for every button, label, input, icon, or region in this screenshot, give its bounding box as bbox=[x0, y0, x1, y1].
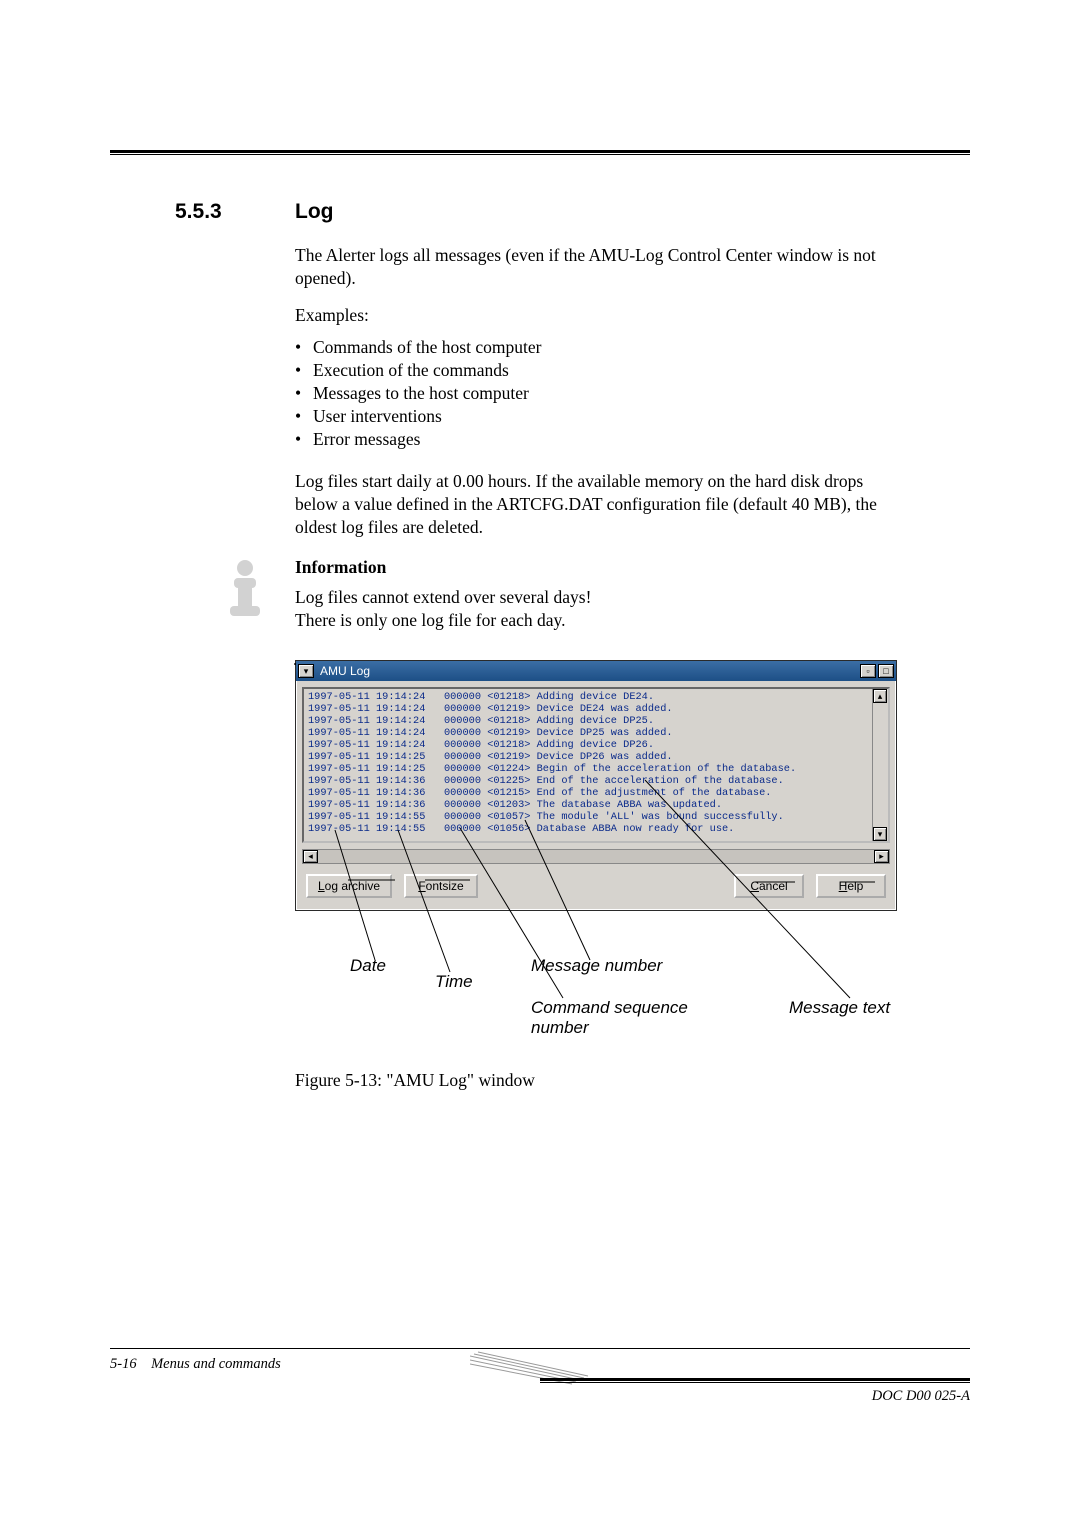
scroll-left-icon[interactable]: ◂ bbox=[303, 850, 318, 863]
footer-ornament bbox=[470, 1350, 590, 1390]
scroll-right-icon[interactable]: ▸ bbox=[874, 850, 889, 863]
info-line2: There is only one log file for each day. bbox=[295, 610, 566, 630]
window-title: AMU Log bbox=[320, 664, 860, 678]
amu-log-window: ▾ AMU Log ▫ □ 1997-05-11 19:14:24 000000… bbox=[295, 660, 897, 911]
list-item: Commands of the host computer bbox=[295, 336, 890, 359]
paragraph-examples: Examples: bbox=[295, 304, 890, 327]
paragraph-info: Log files cannot extend over several day… bbox=[295, 586, 890, 632]
examples-list: Commands of the host computer Execution … bbox=[295, 336, 890, 451]
footer-right: DOC D00 025-A bbox=[872, 1388, 970, 1405]
vertical-scrollbar[interactable]: ▴ ▾ bbox=[872, 689, 888, 841]
callout-time: Time bbox=[435, 972, 473, 992]
button-row: Log archive Fontsize Cancel Help bbox=[296, 868, 896, 910]
paragraph-intro: The Alerter logs all messages (even if t… bbox=[295, 244, 890, 290]
callout-message-number: Message number bbox=[531, 956, 662, 976]
figure-caption: Figure 5-13: "AMU Log" window bbox=[295, 1070, 535, 1091]
callout-message-text: Message text bbox=[789, 998, 890, 1018]
list-item: Error messages bbox=[295, 428, 890, 451]
restore-icon[interactable]: ▫ bbox=[860, 664, 876, 678]
log-archive-button[interactable]: Log archive bbox=[306, 874, 392, 898]
footer-rule bbox=[110, 1348, 970, 1349]
page-number: 5-16 bbox=[110, 1356, 137, 1372]
list-item: Execution of the commands bbox=[295, 359, 890, 382]
maximize-icon[interactable]: □ bbox=[878, 664, 894, 678]
callout-cmdseq-l1: Command sequence bbox=[531, 998, 688, 1017]
horizontal-scrollbar[interactable]: ◂ ▸ bbox=[302, 849, 890, 864]
section-title: Log bbox=[295, 200, 333, 224]
help-button[interactable]: Help bbox=[816, 874, 886, 898]
scroll-down-icon[interactable]: ▾ bbox=[873, 827, 887, 841]
titlebar: ▾ AMU Log ▫ □ bbox=[296, 661, 896, 681]
log-lines: 1997-05-11 19:14:24 000000 <01218> Addin… bbox=[308, 691, 796, 835]
amu-log-window-figure: . ▾ AMU Log ▫ □ 1997-05-11 19:14:24 0000… bbox=[295, 660, 897, 911]
section-number: 5.5.3 bbox=[175, 200, 222, 224]
top-rule bbox=[110, 150, 970, 155]
cancel-button[interactable]: Cancel bbox=[734, 874, 804, 898]
info-heading: Information bbox=[295, 556, 890, 579]
callout-date: Date bbox=[350, 956, 386, 976]
info-icon bbox=[220, 556, 270, 616]
footer-left: 5-16 Menus and commands bbox=[110, 1356, 281, 1373]
system-menu-icon[interactable]: ▾ bbox=[298, 664, 314, 678]
paragraph-logfiles: Log files start daily at 0.00 hours. If … bbox=[295, 470, 890, 539]
log-text-area[interactable]: 1997-05-11 19:14:24 000000 <01218> Addin… bbox=[302, 687, 890, 843]
footer-section: Menus and commands bbox=[151, 1356, 281, 1372]
list-item: Messages to the host computer bbox=[295, 382, 890, 405]
footer-right-rule bbox=[540, 1378, 970, 1383]
callout-command-sequence: Command sequence number bbox=[531, 998, 688, 1038]
list-item: User interventions bbox=[295, 405, 890, 428]
info-line1: Log files cannot extend over several day… bbox=[295, 587, 591, 607]
scroll-up-icon[interactable]: ▴ bbox=[873, 689, 887, 703]
fontsize-button[interactable]: Fontsize bbox=[404, 874, 478, 898]
callout-cmdseq-l2: number bbox=[531, 1018, 589, 1037]
